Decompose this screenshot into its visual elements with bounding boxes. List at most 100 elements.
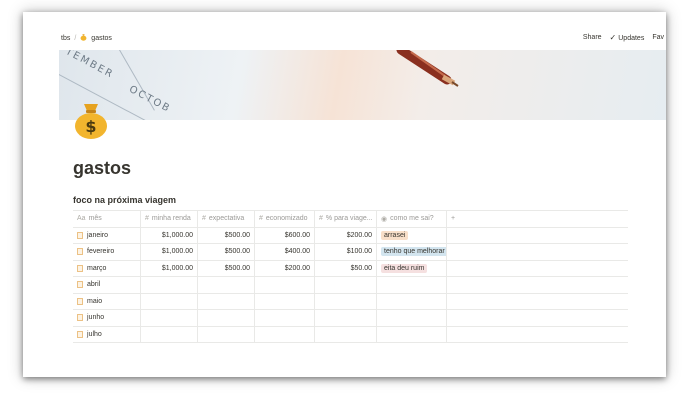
- column-label: minha renda: [151, 215, 191, 223]
- cell-expectativa[interactable]: $500.00: [198, 244, 255, 260]
- pen-icon: [396, 50, 459, 87]
- add-column-button[interactable]: +: [447, 211, 467, 227]
- cell-como-me-sai[interactable]: [377, 277, 447, 293]
- row-title: março: [87, 264, 107, 272]
- page-icon: [77, 330, 83, 338]
- page-icon: [77, 264, 83, 272]
- cell-expectativa[interactable]: [198, 293, 255, 309]
- column-label: como me sai?: [390, 215, 434, 223]
- cell-empty: [447, 294, 467, 310]
- cell-renda[interactable]: [141, 326, 198, 342]
- cell-mes[interactable]: julho: [73, 326, 141, 342]
- column-label: expectativa: [208, 215, 245, 223]
- status-tag: eita deu ruim: [381, 263, 428, 273]
- cell-mes[interactable]: maio: [73, 293, 141, 309]
- status-tag: arrasei: [381, 230, 409, 240]
- page-cover[interactable]: TEMBER OCTOB: [59, 50, 666, 120]
- cell-economizado[interactable]: $400.00: [255, 244, 315, 260]
- cell-como-me-sai[interactable]: eita deu ruim: [377, 260, 447, 276]
- cell-renda[interactable]: [141, 310, 198, 326]
- cell-percent[interactable]: $200.00: [315, 227, 377, 243]
- cell-como-me-sai[interactable]: [377, 310, 447, 326]
- column-header-percent[interactable]: #% para viage...: [315, 211, 377, 227]
- cell-como-me-sai[interactable]: tenho que melhorar: [377, 244, 447, 260]
- cell-economizado[interactable]: $200.00: [255, 260, 315, 276]
- cell-empty: [447, 261, 467, 277]
- cell-mes[interactable]: fevereiro: [73, 244, 141, 260]
- column-header-expectativa[interactable]: # expectativa: [198, 211, 255, 227]
- cell-renda[interactable]: $1,000.00: [141, 244, 198, 260]
- number-property-icon: #: [319, 215, 323, 223]
- breadcrumb: tbs / gastos: [61, 33, 112, 43]
- cell-expectativa[interactable]: $500.00: [198, 227, 255, 243]
- cell-renda[interactable]: $1,000.00: [141, 260, 198, 276]
- number-property-icon: #: [259, 215, 263, 223]
- cell-mes[interactable]: janeiro: [73, 227, 141, 243]
- column-label: % para viage...: [325, 215, 373, 223]
- cell-percent[interactable]: [315, 310, 377, 326]
- table-row[interactable]: junho: [73, 310, 628, 327]
- top-actions: Share ✓ Updates Fav: [583, 33, 664, 42]
- page-icon: [77, 231, 83, 239]
- cell-percent[interactable]: [315, 326, 377, 342]
- table-row[interactable]: fevereiro $1,000.00 $500.00 $400.00 $100.00 t…: [73, 244, 628, 261]
- cell-percent[interactable]: $50.00: [315, 260, 377, 276]
- cell-economizado[interactable]: $600.00: [255, 227, 315, 243]
- page-icon: [77, 314, 83, 322]
- cell-como-me-sai[interactable]: arrasei: [377, 227, 447, 243]
- cell-economizado[interactable]: [255, 293, 315, 309]
- column-header-como-me-sai[interactable]: ◉ como me sai?: [377, 211, 447, 227]
- table-row[interactable]: maio: [73, 293, 628, 310]
- cell-percent[interactable]: $100.00: [315, 244, 377, 260]
- share-button[interactable]: Share: [583, 34, 602, 41]
- favorite-button[interactable]: Fav: [652, 34, 664, 41]
- column-header-economizado[interactable]: # economizado: [255, 211, 315, 227]
- row-title: julho: [87, 330, 102, 338]
- cell-percent[interactable]: [315, 293, 377, 309]
- cell-empty: [447, 244, 467, 260]
- cell-expectativa[interactable]: [198, 310, 255, 326]
- breadcrumb-current[interactable]: gastos: [91, 35, 112, 42]
- cell-expectativa[interactable]: $500.00: [198, 260, 255, 276]
- status-tag: tenho que melhorar: [381, 247, 446, 257]
- cell-mes[interactable]: junho: [73, 310, 141, 326]
- row-title: fevereiro: [87, 248, 115, 256]
- updates-button[interactable]: ✓ Updates: [610, 33, 645, 42]
- cell-economizado[interactable]: [255, 277, 315, 293]
- cell-como-me-sai[interactable]: [377, 293, 447, 309]
- cell-empty: [447, 310, 467, 326]
- number-property-icon: #: [145, 215, 149, 223]
- breadcrumb-parent[interactable]: tbs: [61, 35, 70, 42]
- money-bag-icon: [80, 33, 87, 43]
- cell-economizado[interactable]: [255, 310, 315, 326]
- page-icon: [77, 281, 83, 289]
- number-property-icon: #: [202, 215, 206, 223]
- check-icon: ✓: [609, 33, 617, 42]
- cell-mes[interactable]: março: [73, 260, 141, 276]
- cell-mes[interactable]: abril: [73, 277, 141, 293]
- database-title[interactable]: foco na próxima viagem: [73, 195, 176, 205]
- cell-renda[interactable]: $1,000.00: [141, 227, 198, 243]
- cell-empty: [447, 277, 467, 293]
- column-label: mês: [88, 215, 102, 223]
- cell-empty: [447, 327, 467, 343]
- table-row[interactable]: julho: [73, 326, 628, 343]
- money-bag-icon[interactable]: $: [73, 100, 109, 140]
- cell-renda[interactable]: [141, 293, 198, 309]
- table-row[interactable]: março $1,000.00 $500.00 $200.00 $50.00 eita d…: [73, 260, 628, 277]
- page-title[interactable]: gastos: [73, 158, 131, 179]
- table-row[interactable]: janeiro $1,000.00 $500.00 $600.00 $200.00 arr…: [73, 227, 628, 244]
- table-row[interactable]: abril: [73, 277, 628, 294]
- row-title: junho: [87, 314, 105, 322]
- column-header-mes[interactable]: Aa mês: [73, 211, 141, 227]
- cell-expectativa[interactable]: [198, 277, 255, 293]
- row-title: janeiro: [87, 231, 109, 239]
- column-header-renda[interactable]: # minha renda: [141, 211, 198, 227]
- text-property-icon: Aa: [77, 215, 86, 223]
- updates-label: Updates: [618, 35, 645, 42]
- cell-como-me-sai[interactable]: [377, 326, 447, 342]
- cell-percent[interactable]: [315, 277, 377, 293]
- cell-renda[interactable]: [141, 277, 198, 293]
- cell-expectativa[interactable]: [198, 326, 255, 342]
- cell-economizado[interactable]: [255, 326, 315, 342]
